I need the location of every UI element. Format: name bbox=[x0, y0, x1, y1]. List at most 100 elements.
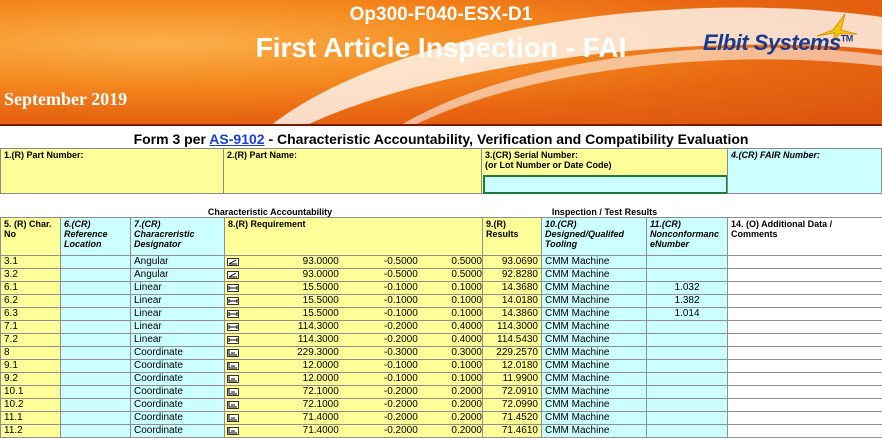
char-no-cell[interactable]: 10.1 bbox=[1, 386, 61, 399]
char-no-cell[interactable]: 7.1 bbox=[1, 321, 61, 334]
char-no-cell[interactable]: 3.1 bbox=[1, 256, 61, 269]
tooling-cell[interactable]: CMM Machine bbox=[542, 282, 647, 295]
requirement-cell[interactable]: 114.3000-0.20000.4000 bbox=[225, 321, 483, 334]
requirement-cell[interactable]: 12.0000-0.10000.1000 bbox=[225, 360, 483, 373]
nonconformance-cell[interactable]: 1.014 bbox=[647, 308, 728, 321]
char-no-cell[interactable]: 6.2 bbox=[1, 295, 61, 308]
table-row[interactable]: 11.2 Coordinate71.4000-0.20000.200071.461… bbox=[1, 425, 882, 438]
tooling-cell[interactable]: CMM Machine bbox=[542, 256, 647, 269]
table-row[interactable]: 3.1Angular93.0000-0.50000.500093.0690CMM… bbox=[1, 256, 882, 269]
result-cell[interactable]: 14.3860 bbox=[483, 308, 542, 321]
nonconformance-cell[interactable] bbox=[647, 347, 728, 360]
result-cell[interactable]: 72.0990 bbox=[483, 399, 542, 412]
char-no-cell[interactable]: 7.2 bbox=[1, 334, 61, 347]
table-row[interactable]: 10.1Coordinate72.1000-0.20000.200072.091… bbox=[1, 386, 882, 399]
reference-location-cell[interactable] bbox=[61, 308, 131, 321]
comments-cell[interactable] bbox=[728, 360, 882, 373]
nonconformance-cell[interactable] bbox=[647, 373, 728, 386]
reference-location-cell[interactable] bbox=[61, 282, 131, 295]
requirement-cell[interactable]: 15.5000-0.10000.1000 bbox=[225, 308, 483, 321]
comments-cell[interactable] bbox=[728, 425, 882, 438]
char-no-cell[interactable]: 6.1 bbox=[1, 282, 61, 295]
tooling-cell[interactable]: CMM Machine bbox=[542, 269, 647, 282]
comments-cell[interactable] bbox=[728, 334, 882, 347]
requirement-cell[interactable]: 71.4000-0.20000.2000 bbox=[225, 412, 483, 425]
result-cell[interactable]: 72.0910 bbox=[483, 386, 542, 399]
reference-location-cell[interactable] bbox=[61, 425, 131, 438]
nonconformance-cell[interactable] bbox=[647, 360, 728, 373]
char-no-cell[interactable]: 9.1 bbox=[1, 360, 61, 373]
reference-location-cell[interactable] bbox=[61, 321, 131, 334]
table-row[interactable]: 6.1Linear15.5000-0.10000.100014.3680CMM … bbox=[1, 282, 882, 295]
nonconformance-cell[interactable] bbox=[647, 425, 728, 438]
reference-location-cell[interactable] bbox=[61, 386, 131, 399]
result-cell[interactable]: 71.4520 bbox=[483, 412, 542, 425]
comments-cell[interactable] bbox=[728, 321, 882, 334]
requirement-cell[interactable]: 229.3000-0.30000.3000 bbox=[225, 347, 483, 360]
comments-cell[interactable] bbox=[728, 269, 882, 282]
table-row[interactable]: 7.2Linear114.3000-0.20000.4000114.5430CM… bbox=[1, 334, 882, 347]
reference-location-cell[interactable] bbox=[61, 360, 131, 373]
nonconformance-cell[interactable] bbox=[647, 256, 728, 269]
tooling-cell[interactable]: CMM Machine bbox=[542, 321, 647, 334]
char-no-cell[interactable]: 9.2 bbox=[1, 373, 61, 386]
nonconformance-cell[interactable] bbox=[647, 386, 728, 399]
table-row[interactable]: 9.2 Coordinate12.0000-0.10000.100011.9900… bbox=[1, 373, 882, 386]
reference-location-cell[interactable] bbox=[61, 373, 131, 386]
designator-cell[interactable]: Linear bbox=[131, 308, 225, 321]
nonconformance-cell[interactable] bbox=[647, 321, 728, 334]
table-row[interactable]: 11.1Coordinate71.4000-0.20000.200071.452… bbox=[1, 412, 882, 425]
comments-cell[interactable] bbox=[728, 308, 882, 321]
designator-cell[interactable]: Coordinate bbox=[131, 412, 225, 425]
table-row[interactable]: 3.2Angular93.0000-0.50000.500092.8280CMM… bbox=[1, 269, 882, 282]
requirement-cell[interactable]: 114.3000-0.20000.4000 bbox=[225, 334, 483, 347]
nonconformance-cell[interactable] bbox=[647, 334, 728, 347]
designator-cell[interactable]: Linear bbox=[131, 321, 225, 334]
designator-cell[interactable]: Coordinate bbox=[131, 360, 225, 373]
tooling-cell[interactable]: CMM Machine bbox=[542, 425, 647, 438]
result-cell[interactable]: 11.9900 bbox=[483, 373, 542, 386]
reference-location-cell[interactable] bbox=[61, 412, 131, 425]
requirement-cell[interactable]: 12.0000-0.10000.1000 bbox=[225, 373, 483, 386]
reference-location-cell[interactable] bbox=[61, 399, 131, 412]
part-name-cell[interactable]: 2.(R) Part Name: bbox=[223, 148, 482, 194]
tooling-cell[interactable]: CMM Machine bbox=[542, 308, 647, 321]
designator-cell[interactable]: Coordinate bbox=[131, 373, 225, 386]
tooling-cell[interactable]: CMM Machine bbox=[542, 386, 647, 399]
serial-number-input[interactable] bbox=[483, 175, 728, 194]
result-cell[interactable]: 12.0180 bbox=[483, 360, 542, 373]
char-no-cell[interactable]: 8 bbox=[1, 347, 61, 360]
table-row[interactable]: 6.3 Linear15.5000-0.10000.100014.3860CMM … bbox=[1, 308, 882, 321]
result-cell[interactable]: 93.0690 bbox=[483, 256, 542, 269]
char-no-cell[interactable]: 10.2 bbox=[1, 399, 61, 412]
tooling-cell[interactable]: CMM Machine bbox=[542, 399, 647, 412]
result-cell[interactable]: 71.4610 bbox=[483, 425, 542, 438]
nonconformance-cell[interactable] bbox=[647, 269, 728, 282]
nonconformance-cell[interactable] bbox=[647, 399, 728, 412]
result-cell[interactable]: 14.3680 bbox=[483, 282, 542, 295]
char-no-cell[interactable]: 6.3 bbox=[1, 308, 61, 321]
part-number-cell[interactable]: 1.(R) Part Number: bbox=[0, 148, 224, 194]
nonconformance-cell[interactable]: 1.382 bbox=[647, 295, 728, 308]
requirement-cell[interactable]: 15.5000-0.10000.1000 bbox=[225, 282, 483, 295]
table-row[interactable]: 7.1Linear114.3000-0.20000.4000114.3000CM… bbox=[1, 321, 882, 334]
table-row[interactable]: 9.1 Coordinate12.0000-0.10000.100012.0180… bbox=[1, 360, 882, 373]
comments-cell[interactable] bbox=[728, 347, 882, 360]
table-row[interactable]: 8 Coordinate229.3000-0.30000.3000229.2570… bbox=[1, 347, 882, 360]
requirement-cell[interactable]: 72.1000-0.20000.2000 bbox=[225, 386, 483, 399]
result-cell[interactable]: 92.8280 bbox=[483, 269, 542, 282]
requirement-cell[interactable]: 71.4000-0.20000.2000 bbox=[225, 425, 483, 438]
comments-cell[interactable] bbox=[728, 295, 882, 308]
char-no-cell[interactable]: 11.2 bbox=[1, 425, 61, 438]
comments-cell[interactable] bbox=[728, 399, 882, 412]
reference-location-cell[interactable] bbox=[61, 334, 131, 347]
reference-location-cell[interactable] bbox=[61, 269, 131, 282]
designator-cell[interactable]: Coordinate bbox=[131, 347, 225, 360]
char-no-cell[interactable]: 3.2 bbox=[1, 269, 61, 282]
comments-cell[interactable] bbox=[728, 373, 882, 386]
result-cell[interactable]: 114.5430 bbox=[483, 334, 542, 347]
designator-cell[interactable]: Coordinate bbox=[131, 425, 225, 438]
designator-cell[interactable]: Angular bbox=[131, 269, 225, 282]
result-cell[interactable]: 229.2570 bbox=[483, 347, 542, 360]
nonconformance-cell[interactable] bbox=[647, 412, 728, 425]
